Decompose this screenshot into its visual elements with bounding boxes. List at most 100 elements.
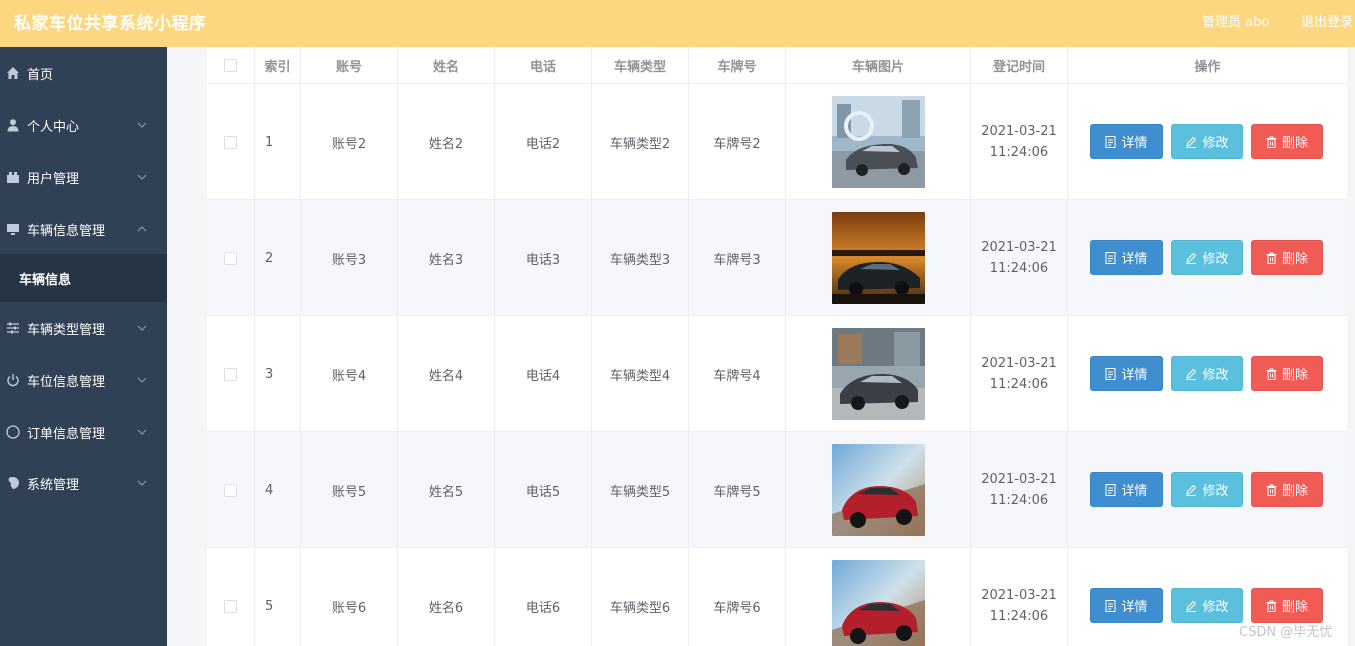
detail-button-label: 详情 — [1121, 136, 1148, 151]
edit-button[interactable]: 修改 — [1171, 472, 1243, 507]
detail-button[interactable]: 详情 — [1090, 124, 1163, 159]
cell-time: 2021-03-21 11:24:06 — [971, 432, 1068, 548]
registration-time: 11:24:06 — [989, 261, 1049, 276]
cell-phone: 电话2 — [495, 84, 592, 200]
sidebar-item-label: 车辆类型管理 — [27, 322, 106, 338]
edit-button[interactable]: 修改 — [1171, 240, 1243, 275]
pencil-icon — [1186, 368, 1197, 380]
row-checkbox[interactable] — [224, 367, 237, 381]
detail-button[interactable]: 详情 — [1090, 240, 1163, 275]
chevron-down-icon — [137, 375, 147, 385]
delete-button[interactable]: 删除 — [1251, 240, 1323, 275]
cell-account: 账号5 — [301, 432, 398, 548]
cell-account: 账号6 — [301, 548, 398, 646]
detail-button[interactable]: 详情 — [1090, 356, 1163, 391]
cell-index: 3 — [255, 316, 301, 432]
cell-vehicle-type: 车辆类型3 — [592, 200, 689, 316]
car-thumbnail[interactable] — [831, 96, 925, 188]
table-row: 1 账号2 姓名2 电话2 车辆类型2 车牌号2 2021-03-21 11:2… — [207, 84, 1347, 200]
select-all-checkbox[interactable] — [224, 59, 237, 72]
chevron-down-icon — [137, 427, 147, 437]
logout-link[interactable]: 退出登录 — [1301, 11, 1353, 30]
power-icon — [6, 373, 20, 387]
sidebar-item-vehicle-info-management[interactable]: 车辆信息管理 — [0, 203, 167, 255]
registration-date: 2021-03-21 — [981, 472, 1057, 487]
sidebar-item-profile[interactable]: 个人中心 — [0, 99, 167, 151]
row-checkbox[interactable] — [224, 599, 237, 613]
registration-time: 11:24:06 — [989, 377, 1049, 392]
table-header: 索引 账号 姓名 电话 车辆类型 车牌号 车辆图片 登记时间 操作 — [207, 47, 1347, 84]
detail-button[interactable]: 详情 — [1090, 588, 1163, 623]
cell-actions: 详情 修改 删除 — [1068, 200, 1347, 316]
sidebar-item-users[interactable]: 用户管理 — [0, 151, 167, 203]
delete-button[interactable]: 删除 — [1251, 472, 1323, 507]
trash-icon — [1266, 252, 1277, 264]
sidebar: 首页 个人中心 用户管理 车辆信息管理 车辆信息 车辆类型管理 车位信息管理 订… — [0, 47, 167, 646]
cell-time: 2021-03-21 11:24:06 — [971, 316, 1068, 432]
watermark: CSDN @毕无忧 — [1239, 625, 1333, 640]
cell-image — [786, 200, 971, 316]
trash-icon — [1266, 368, 1277, 380]
detail-button-label: 详情 — [1121, 252, 1148, 267]
compass-icon — [6, 425, 20, 439]
car-thumbnail[interactable] — [831, 560, 925, 646]
chevron-up-icon — [137, 224, 147, 234]
header-select-all — [207, 47, 255, 84]
edit-button[interactable]: 修改 — [1171, 588, 1243, 623]
chevron-down-icon — [137, 120, 147, 130]
row-checkbox[interactable] — [224, 251, 237, 265]
pencil-icon — [1186, 136, 1197, 148]
car-thumbnail[interactable] — [831, 212, 925, 304]
sidebar-subitem-vehicle-info[interactable]: 车辆信息 — [0, 254, 167, 302]
document-icon — [1105, 599, 1116, 612]
delete-button[interactable]: 删除 — [1251, 588, 1323, 623]
sidebar-item-label: 首页 — [27, 67, 54, 83]
row-checkbox[interactable] — [224, 135, 237, 149]
registration-date: 2021-03-21 — [981, 240, 1057, 255]
column-header-image: 车辆图片 — [786, 47, 971, 84]
row-checkbox[interactable] — [224, 483, 237, 497]
edit-button[interactable]: 修改 — [1171, 124, 1243, 159]
detail-button[interactable]: 详情 — [1090, 472, 1163, 507]
sidebar-item-vehicle-type-management[interactable]: 车辆类型管理 — [0, 302, 167, 354]
cell-vehicle-type: 车辆类型4 — [592, 316, 689, 432]
table-row: 4 账号5 姓名5 电话5 车辆类型5 车牌号5 2021-03-21 11:2… — [207, 432, 1347, 548]
car-thumbnail[interactable] — [831, 444, 925, 536]
delete-button[interactable]: 删除 — [1251, 356, 1323, 391]
cell-image — [786, 548, 971, 646]
sidebar-item-label: 个人中心 — [27, 119, 80, 135]
cell-phone: 电话5 — [495, 432, 592, 548]
cell-plate: 车牌号6 — [689, 548, 786, 646]
registration-date: 2021-03-21 — [981, 124, 1057, 139]
delete-button-label: 删除 — [1281, 600, 1308, 615]
sidebar-item-parking-space-management[interactable]: 车位信息管理 — [0, 354, 167, 406]
content-gutter — [167, 47, 207, 646]
document-icon — [1105, 251, 1116, 264]
scrollbar[interactable] — [1347, 47, 1355, 646]
cell-actions: 详情 修改 删除 — [1068, 84, 1347, 200]
delete-button[interactable]: 删除 — [1251, 124, 1323, 159]
sidebar-item-order-management[interactable]: 订单信息管理 — [0, 406, 167, 458]
cell-time: 2021-03-21 11:24:06 — [971, 200, 1068, 316]
registration-time: 11:24:06 — [989, 493, 1049, 508]
cell-plate: 车牌号4 — [689, 316, 786, 432]
cell-phone: 电话6 — [495, 548, 592, 646]
table-row: 3 账号4 姓名4 电话4 车辆类型4 车牌号4 2021-03-21 11:2… — [207, 316, 1347, 432]
detail-button-label: 详情 — [1121, 368, 1148, 383]
cell-index: 5 — [255, 548, 301, 646]
cell-plate: 车牌号3 — [689, 200, 786, 316]
detail-button-label: 详情 — [1121, 600, 1148, 615]
cell-image — [786, 432, 971, 548]
sliders-icon — [6, 321, 20, 335]
vehicle-table: 索引 账号 姓名 电话 车辆类型 车牌号 车辆图片 登记时间 操作 1 账号2 … — [207, 47, 1347, 646]
sidebar-item-home[interactable]: 首页 — [0, 47, 167, 99]
home-icon — [6, 66, 20, 80]
column-header-time: 登记时间 — [971, 47, 1068, 84]
sidebar-item-system-management[interactable]: 系统管理 — [0, 457, 167, 509]
edit-button-label: 修改 — [1202, 136, 1229, 151]
delete-button-label: 删除 — [1281, 136, 1308, 151]
edit-button[interactable]: 修改 — [1171, 356, 1243, 391]
car-thumbnail[interactable] — [831, 328, 925, 420]
trash-icon — [1266, 484, 1277, 496]
delete-button-label: 删除 — [1281, 368, 1308, 383]
